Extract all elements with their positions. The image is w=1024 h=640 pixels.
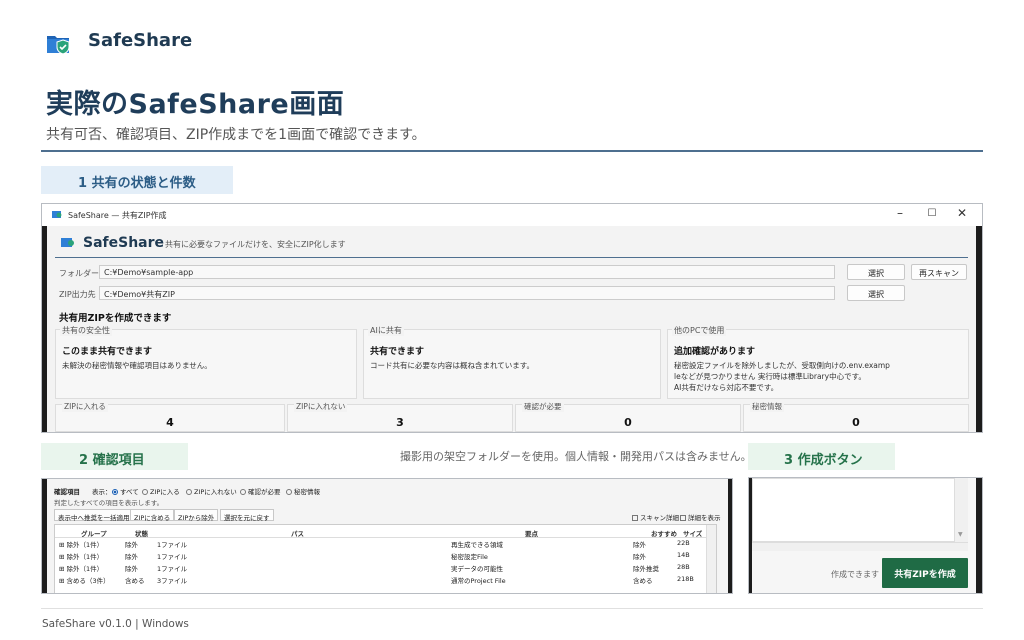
stat-label: ZIPに入れない [294,401,348,412]
stat-label: ZIPに入れる [62,401,108,412]
output-label: ZIP出力先 [59,290,96,299]
page-title: 実際のSafeShare画面 [46,89,345,120]
stat-value: 0 [624,416,632,429]
table-row[interactable]: ⊞ 除外（1件） 除外 1ファイル 秘密設定File 除外 14B [55,551,705,563]
brand-name: SafeShare [88,30,193,51]
card-other-pc: 他のPCで使用 追加確認があります 秘密設定ファイルを除外しましたが、受取側向け… [667,325,969,399]
show-detail-toggle[interactable]: 詳細を表示 [680,512,721,522]
log-area [752,478,968,542]
app-logo-icon [61,238,74,247]
card-title: このまま共有できます [62,347,153,357]
header-divider [55,537,706,538]
include-button[interactable]: ZIPに含める [130,509,175,522]
app-name: SafeShare [83,235,165,251]
filter-needs-review[interactable]: 確認が必要 [236,486,281,496]
demo-note: 撮影用の架空フォルダーを使用。個人情報・開発用パスは含みません。 [400,450,752,463]
window-app-icon [52,211,62,218]
stat-included: ZIPに入れる 4 [55,401,285,432]
rescan-button[interactable]: 再スキャン [911,264,967,280]
check-hint: 判定したすべての項目を表示します。 [54,499,164,507]
close-button[interactable]: ✕ [952,206,972,220]
status-heading: 共有用ZIPを作成できます [59,313,172,324]
window-title: SafeShare — 共有ZIP作成 [68,211,167,220]
window-border-right [976,226,982,432]
create-zip-screenshot: ▼ 作成できます 共有ZIPを作成 [748,477,983,594]
folder-label: フォルダー [59,269,99,278]
filter-secrets[interactable]: 秘密情報 [282,486,320,496]
card-ai-share: AIに共有 共有できます コード共有に必要な内容は概ね含まれています。 [363,325,661,399]
check-title: 確認項目 [54,488,80,496]
section-label-create: 3 作成ボタン [748,443,895,470]
scroll-down-icon[interactable]: ▼ [958,531,963,538]
stat-excluded: ZIPに入れない 3 [287,401,513,432]
section-label-check-items: 2 確認項目 [41,443,188,470]
radio-icon [112,489,118,495]
ready-status: 作成できます [831,570,879,579]
border-right [976,478,982,593]
radio-icon [142,489,148,495]
border-right [728,479,732,593]
check-items-table: グループ 状態 パス 要点 おすすめ サイズ ⊞ 除外（1件） 除外 1ファイル… [54,524,717,593]
apply-recommended-button[interactable]: 表示中へ推奨を一括適用 [54,509,134,522]
exclude-button[interactable]: ZIPから除外 [174,509,219,522]
filter-all[interactable]: すべて [108,486,139,496]
stat-value: 3 [396,416,404,429]
output-select-button[interactable]: 選択 [847,285,905,301]
log-vertical-scrollbar[interactable]: ▼ [954,478,968,542]
folder-field[interactable]: C:¥Demo¥sample-app [99,265,835,279]
create-zip-button[interactable]: 共有ZIPを作成 [882,558,968,588]
footer-divider [41,608,983,609]
radio-icon [186,489,192,495]
card-description: コード共有に必要な内容は概ね含まれています。 [370,361,535,370]
radio-icon [240,489,246,495]
stat-secrets: 秘密情報 0 [743,401,969,432]
filter-zip-in[interactable]: ZIPに入る [138,486,180,496]
card-share-safety: 共有の安全性 このまま共有できます 未解決の秘密情報や確認項目はありません。 [55,325,357,399]
card-header: AIに共有 [368,325,404,336]
output-field[interactable]: C:¥Demo¥共有ZIP [99,286,835,300]
table-row[interactable]: ⊞ 除外（1件） 除外 1ファイル 実データの可能性 除外推奨 28B [55,563,705,575]
card-description: 秘密設定ファイルを除外しましたが、受取側向けの.env.examp leなどが見… [674,361,890,392]
app-tagline: 共有に必要なファイルだけを、安全にZIP化します [165,240,346,249]
table-scrollbar[interactable] [706,525,716,593]
folder-select-button[interactable]: 選択 [847,264,905,280]
table-row[interactable]: ⊞ 除外（1件） 除外 1ファイル 再生成できる領域 除外 22B [55,539,705,551]
header-divider [41,150,983,152]
card-description: 未解決の秘密情報や確認項目はありません。 [62,361,212,370]
revert-selection-button[interactable]: 選択を元に戻す [220,509,274,522]
stat-label: 秘密情報 [750,401,784,412]
filter-zip-out[interactable]: ZIPに入れない [182,486,237,496]
card-title: 共有できます [370,347,425,357]
window-titlebar: SafeShare — 共有ZIP作成 – ☐ ✕ [42,204,982,226]
card-header: 共有の安全性 [60,325,112,336]
minimize-button[interactable]: – [890,206,910,220]
stat-value: 4 [166,416,174,429]
safeshare-logo-icon [47,36,70,55]
card-title: 追加確認があります [674,347,756,357]
card-header: 他のPCで使用 [672,325,727,336]
check-items-screenshot: 確認項目 表示： すべて ZIPに入る ZIPに入れない 確認が必要 秘密情報 … [41,478,733,594]
log-horizontal-scrollbar[interactable] [752,542,968,551]
scan-detail-toggle[interactable]: スキャン詳細 [632,512,679,522]
footer-version: SafeShare v0.1.0 | Windows [42,618,189,630]
app-divider [55,257,968,258]
checkbox-icon [680,515,686,521]
stat-label: 確認が必要 [522,401,564,412]
stat-needs-review: 確認が必要 0 [515,401,741,432]
page-subtitle: 共有可否、確認項目、ZIP作成までを1画面で確認できます。 [46,127,426,143]
border-left [42,479,47,593]
checkbox-icon [632,515,638,521]
app-window-screenshot: SafeShare — 共有ZIP作成 – ☐ ✕ SafeShare 共有に必… [41,203,983,433]
table-row[interactable]: ⊞ 含める（3件） 含める 3ファイル 通常のProject File 含める … [55,575,705,587]
maximize-button[interactable]: ☐ [922,208,942,219]
stat-value: 0 [852,416,860,429]
app-content: SafeShare 共有に必要なファイルだけを、安全にZIP化します フォルダー… [47,226,976,432]
section-label-status: 1 共有の状態と件数 [41,166,233,194]
radio-icon [286,489,292,495]
